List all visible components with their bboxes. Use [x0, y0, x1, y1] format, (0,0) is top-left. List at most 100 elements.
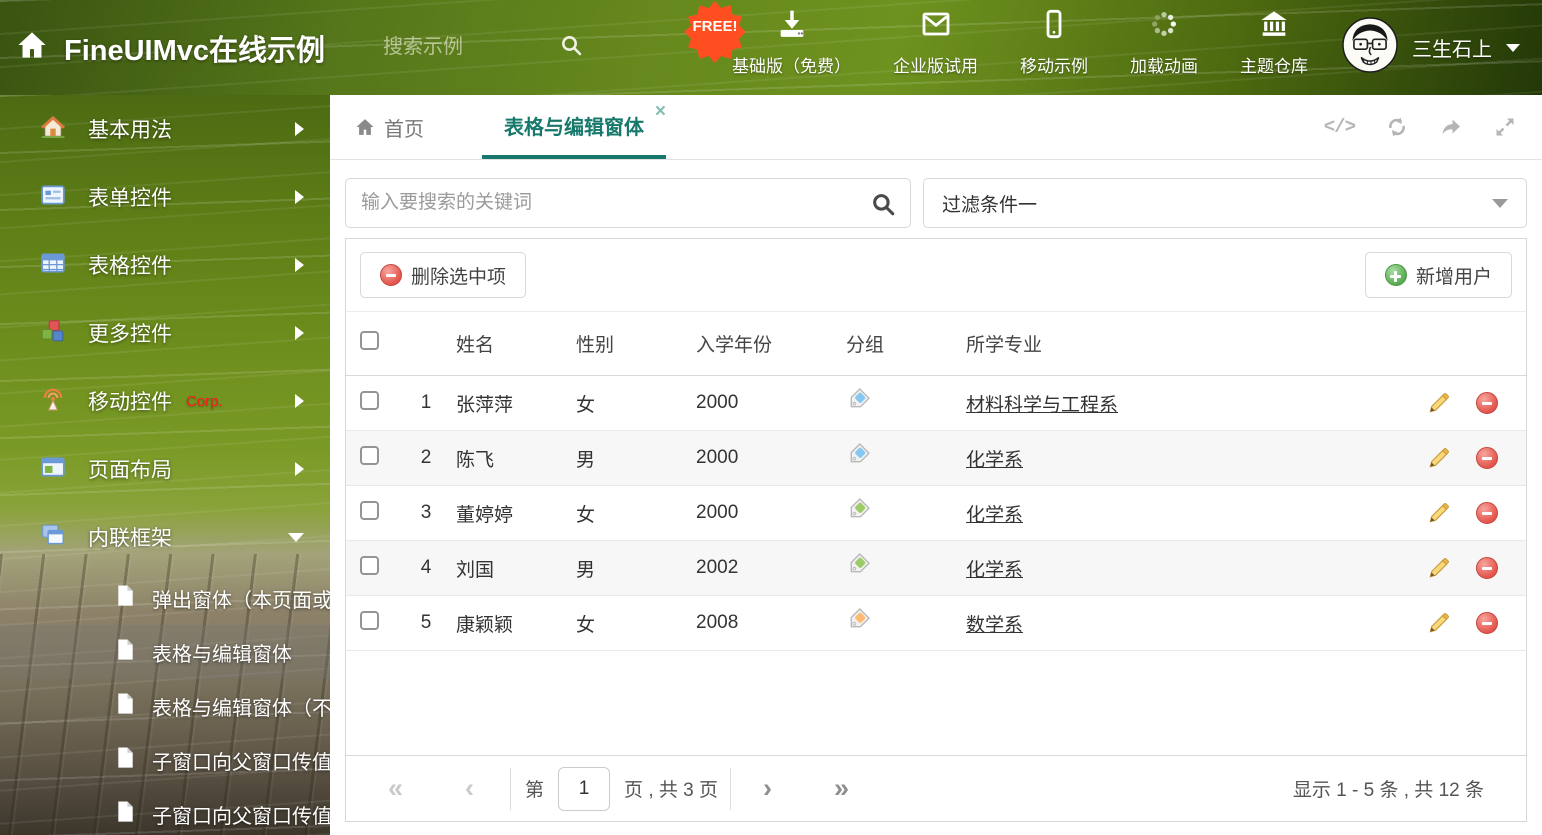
filter-dropdown-value: 过滤条件一: [942, 194, 1038, 216]
last-page-button[interactable]: »: [834, 775, 849, 802]
cell-gender: 女: [576, 504, 596, 526]
user-menu[interactable]: 三生石上: [1342, 17, 1520, 78]
share-icon[interactable]: [1439, 115, 1463, 139]
sidebar-subitem-child-to-parent[interactable]: 子窗口向父窗口传值: [0, 733, 330, 787]
tab-home[interactable]: 首页: [355, 95, 424, 159]
table-row[interactable]: 5 康颖颖 女 2008 数学系: [346, 596, 1526, 651]
nav-loading-animation[interactable]: 加载动画: [1130, 8, 1198, 77]
col-gender: 性别: [576, 335, 615, 356]
sidebar-subitem-popup-window[interactable]: 弹出窗体（本页面或...: [0, 571, 330, 625]
tab-content: 过滤条件一 删除选中项 新增用户: [330, 160, 1542, 835]
table-row[interactable]: 2 陈飞 男 2000 化学系: [346, 431, 1526, 486]
cell-name: 陈飞: [456, 449, 495, 471]
chevron-down-icon: [288, 532, 304, 542]
sidebar-item-mobile-controls[interactable]: 移动控件 Corp.: [0, 367, 330, 435]
major-link[interactable]: 数学系: [966, 615, 1023, 636]
delete-icon[interactable]: [1476, 502, 1498, 524]
major-link[interactable]: 化学系: [966, 560, 1023, 581]
prev-page-button[interactable]: ‹: [465, 775, 474, 802]
sidebar-subitem-grid-edit-window-2[interactable]: 表格与编辑窗体（不...: [0, 679, 330, 733]
tab-toolbar: </>: [1324, 95, 1517, 159]
app-header: FineUIMvc在线示例 FREE! 基础版（免费） 企业版试用 移动: [0, 0, 1542, 95]
delete-icon[interactable]: [1476, 447, 1498, 469]
brand[interactable]: FineUIMvc在线示例: [0, 27, 325, 69]
row-index: 1: [420, 392, 432, 413]
delete-selected-button[interactable]: 删除选中项: [360, 252, 527, 298]
header-search-input[interactable]: [383, 36, 534, 59]
row-checkbox[interactable]: [360, 390, 379, 410]
major-link[interactable]: 化学系: [966, 450, 1023, 471]
filter-dropdown[interactable]: 过滤条件一: [923, 178, 1527, 228]
sidebar-subitem-grid-edit-window[interactable]: 表格与编辑窗体: [0, 625, 330, 679]
tabstrip: 首页 表格与编辑窗体 × </>: [330, 95, 1542, 160]
sidebar-subitem-child-to-parent-2[interactable]: 子窗口向父窗口传值...: [0, 787, 330, 835]
code-icon[interactable]: </>: [1324, 116, 1356, 138]
delete-icon[interactable]: [1476, 612, 1498, 634]
table-row[interactable]: 1 张萍萍 女 2000 材料科学与工程系: [346, 376, 1526, 431]
page-icon: [114, 584, 137, 612]
edit-icon[interactable]: [1427, 557, 1450, 580]
tag-icon: [846, 553, 966, 583]
close-icon[interactable]: ×: [655, 102, 666, 121]
sidebar-item-iframe[interactable]: 内联框架: [0, 503, 330, 571]
row-checkbox[interactable]: [360, 610, 379, 630]
edit-icon[interactable]: [1427, 612, 1450, 635]
refresh-icon[interactable]: [1385, 115, 1409, 139]
sidebar-item-grid-controls[interactable]: 表格控件: [0, 231, 330, 299]
antenna-icon: [40, 386, 66, 417]
add-user-button[interactable]: 新增用户: [1364, 252, 1512, 298]
table-row[interactable]: 4 刘国 男 2002 化学系: [346, 541, 1526, 596]
sidebar-item-page-layout[interactable]: 页面布局: [0, 435, 330, 503]
row-index: 2: [420, 447, 432, 468]
sidebar-item-more-controls[interactable]: 更多控件: [0, 299, 330, 367]
next-page-button[interactable]: ›: [763, 775, 772, 802]
search-icon[interactable]: [559, 33, 583, 62]
nav-mobile-demo[interactable]: 移动示例: [1020, 8, 1088, 77]
page-number-input[interactable]: [558, 766, 611, 811]
tag-icon: [846, 498, 966, 528]
cell-gender: 男: [576, 559, 596, 581]
chevron-right-icon: [295, 190, 304, 204]
col-group: 分组: [846, 335, 885, 356]
tab-grid-edit-window[interactable]: 表格与编辑窗体 ×: [482, 95, 666, 159]
home-icon: [356, 119, 374, 135]
edit-icon[interactable]: [1427, 447, 1450, 470]
minus-icon: [380, 264, 402, 286]
expand-icon[interactable]: [1493, 115, 1517, 139]
col-name: 姓名: [456, 335, 495, 356]
select-all-checkbox[interactable]: [360, 331, 379, 350]
nav-enterprise-trial[interactable]: 企业版试用: [893, 8, 978, 77]
chevron-right-icon: [295, 326, 304, 340]
tag-icon: [846, 388, 966, 418]
keyword-search: [345, 178, 911, 228]
header-search[interactable]: [383, 33, 583, 62]
search-icon[interactable]: [870, 191, 896, 222]
major-link[interactable]: 化学系: [966, 505, 1023, 526]
chevron-right-icon: [295, 258, 304, 272]
nav-theme-repo[interactable]: 主题仓库: [1240, 8, 1308, 77]
chevron-right-icon: [295, 394, 304, 408]
row-checkbox[interactable]: [360, 500, 379, 520]
home-icon: [40, 114, 66, 145]
first-page-button[interactable]: «: [388, 775, 403, 802]
edit-icon[interactable]: [1427, 502, 1450, 525]
keyword-search-input[interactable]: [345, 178, 911, 228]
chevron-down-icon: [1492, 198, 1508, 208]
major-link[interactable]: 材料科学与工程系: [966, 395, 1118, 416]
tag-icon: [846, 608, 966, 638]
sidebar-item-form-controls[interactable]: 表单控件: [0, 163, 330, 231]
row-index: 3: [420, 502, 432, 523]
form-icon: [40, 182, 66, 213]
pagination-bar: « ‹ 第 页 , 共 3 页 › » 显示 1 - 5 条 , 共 12 条: [346, 755, 1526, 821]
nav-basic-free[interactable]: 基础版（免费）: [732, 8, 851, 77]
row-checkbox[interactable]: [360, 445, 379, 465]
delete-icon[interactable]: [1476, 557, 1498, 579]
sidebar-item-basic-usage[interactable]: 基本用法: [0, 95, 330, 163]
frames-icon: [40, 522, 66, 553]
row-checkbox[interactable]: [360, 555, 379, 575]
delete-icon[interactable]: [1476, 392, 1498, 414]
table-row[interactable]: 3 董婷婷 女 2000 化学系: [346, 486, 1526, 541]
cell-gender: 女: [576, 614, 596, 636]
edit-icon[interactable]: [1427, 392, 1450, 415]
sidebar: 基本用法 表单控件 表格控件 更多控件 移动控件 Corp. 页面布局 内联框架…: [0, 95, 330, 835]
